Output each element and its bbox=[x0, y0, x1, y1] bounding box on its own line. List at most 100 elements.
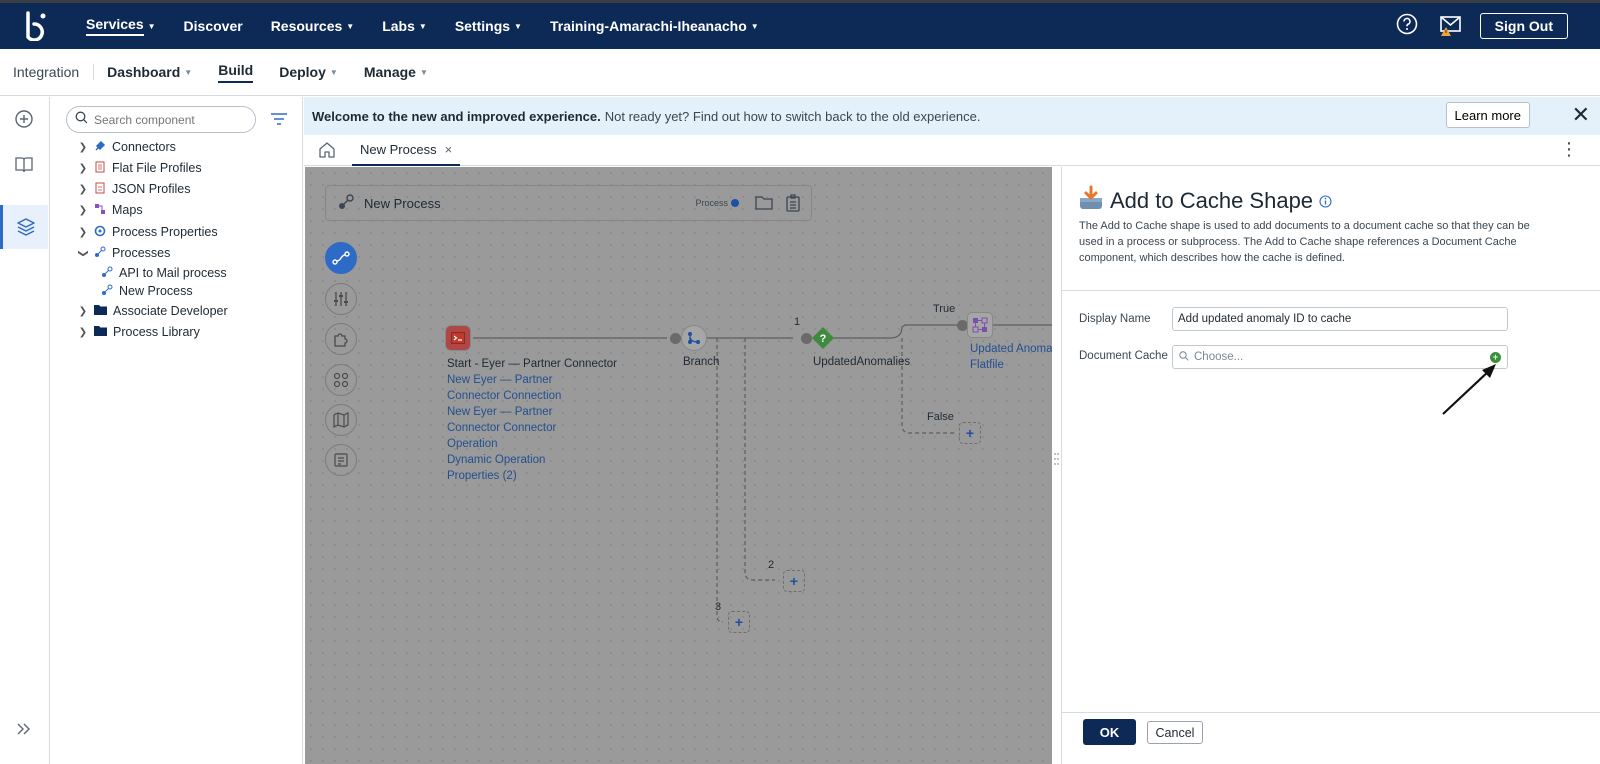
close-tab-icon[interactable]: × bbox=[445, 142, 453, 157]
panel-resize-handle[interactable] bbox=[1052, 167, 1061, 764]
filter-icon[interactable] bbox=[270, 112, 288, 130]
app-root: Services ▼ Discover Resources ▼ Labs ▼ Sett… bbox=[0, 0, 1600, 764]
tree-item-associate-developer[interactable]: ❯ Associate Developer bbox=[78, 302, 228, 320]
start-link-4[interactable]: Connector Connector bbox=[447, 422, 556, 434]
tree-item-new-process[interactable]: New Process bbox=[101, 282, 193, 300]
chevron-down-icon: ▼ bbox=[750, 21, 759, 31]
nav-discover-label: Discover bbox=[183, 18, 243, 34]
process-properties-icon bbox=[94, 225, 106, 240]
tree-item-maps[interactable]: ❯ Maps bbox=[78, 201, 143, 219]
create-component-icon[interactable] bbox=[0, 97, 48, 141]
chevron-right-icon: ❯ bbox=[78, 204, 88, 216]
tree-item-processes[interactable]: ❯ Processes bbox=[78, 244, 170, 262]
chevron-right-icon: ❯ bbox=[78, 326, 88, 338]
tab-label: New Process bbox=[360, 142, 437, 157]
subnav-manage-label: Manage bbox=[363, 64, 416, 80]
add-shape-button-branch-2[interactable]: + bbox=[783, 570, 805, 592]
sign-out-button[interactable]: Sign Out bbox=[1479, 13, 1568, 39]
subnav-dashboard[interactable]: Dashboard ▼ bbox=[94, 64, 205, 80]
nav-account[interactable]: Training-Amarachi-Iheanacho ▼ bbox=[536, 3, 773, 49]
start-shape-icon[interactable] bbox=[445, 325, 471, 351]
divider bbox=[1062, 290, 1600, 291]
tree-item-connectors[interactable]: ❯ Connectors bbox=[78, 138, 176, 156]
close-icon[interactable]: ✕ bbox=[1572, 104, 1590, 126]
tree-item-label: Flat File Profiles bbox=[112, 161, 202, 175]
learn-more-button[interactable]: Learn more bbox=[1445, 102, 1530, 128]
start-link-1[interactable]: New Eyer — Partner bbox=[447, 374, 552, 386]
branch-shape-icon[interactable] bbox=[681, 325, 707, 351]
flat-file-icon bbox=[94, 161, 106, 176]
tab-new-process[interactable]: New Process × bbox=[352, 135, 461, 166]
nav-resources[interactable]: Resources ▼ bbox=[257, 3, 369, 49]
chevron-down-icon: ▼ bbox=[514, 21, 522, 31]
add-shape-button-false[interactable]: + bbox=[959, 422, 981, 444]
branch-number-3: 3 bbox=[715, 601, 722, 613]
tree-item-process-properties[interactable]: ❯ Process Properties bbox=[78, 223, 218, 241]
start-link-5[interactable]: Operation bbox=[447, 438, 498, 450]
layers-icon[interactable] bbox=[0, 205, 48, 249]
nav-labs[interactable]: Labs ▼ bbox=[368, 3, 441, 49]
nav-services-label: Services bbox=[86, 16, 144, 36]
more-options-icon[interactable]: ⋮ bbox=[1560, 139, 1578, 159]
chevron-down-icon: ▼ bbox=[418, 21, 427, 31]
display-name-input[interactable] bbox=[1172, 307, 1508, 331]
start-link-6[interactable]: Dynamic Operation bbox=[447, 454, 545, 466]
info-icon[interactable] bbox=[1319, 188, 1332, 214]
chevron-down-icon: ▼ bbox=[419, 67, 428, 77]
search-component-input[interactable] bbox=[94, 112, 244, 127]
panel-title: Add to Cache Shape bbox=[1110, 188, 1314, 213]
tree-item-label: JSON Profiles bbox=[112, 182, 191, 196]
map-icon bbox=[94, 203, 106, 218]
nav-labs-label: Labs bbox=[382, 18, 415, 34]
process-canvas[interactable]: New Process Process Start - Eyer — Partn… bbox=[305, 167, 1052, 764]
decision-shape-label: UpdatedAnomalies bbox=[813, 356, 911, 368]
document-cache-placeholder: Choose... bbox=[1194, 351, 1244, 363]
tree-item-json-profiles[interactable]: ❯ JSON Profiles bbox=[78, 180, 191, 198]
decision-shape-icon[interactable]: ? bbox=[810, 325, 836, 351]
add-shape-button-branch-3[interactable]: + bbox=[728, 611, 750, 633]
start-link-2[interactable]: Connector Connection bbox=[447, 390, 561, 402]
subnav-deploy-label: Deploy bbox=[279, 64, 326, 80]
component-explorer: ❯ Connectors ❯ Flat File Profiles ❯ JSON… bbox=[50, 97, 303, 764]
map-shape-icon[interactable] bbox=[967, 312, 993, 338]
add-to-cache-icon bbox=[1078, 185, 1104, 217]
tree-item-label: Connectors bbox=[112, 140, 176, 154]
process-flow-lines bbox=[473, 324, 1052, 623]
tree-item-label: Process Properties bbox=[112, 225, 218, 239]
tree-item-process-library[interactable]: ❯ Process Library bbox=[78, 323, 200, 341]
left-rail bbox=[0, 97, 50, 764]
help-icon[interactable] bbox=[1396, 13, 1418, 40]
start-link-7[interactable]: Properties (2) bbox=[447, 470, 517, 482]
subnav-deploy[interactable]: Deploy ▼ bbox=[266, 64, 351, 80]
subnav-build[interactable]: Build bbox=[205, 62, 266, 83]
annotation-arrow-icon bbox=[1442, 364, 1496, 415]
nav-services[interactable]: Services ▼ bbox=[72, 3, 170, 49]
start-link-3[interactable]: New Eyer — Partner bbox=[447, 406, 552, 418]
cancel-button[interactable]: Cancel bbox=[1147, 721, 1203, 744]
banner-bold-text: Welcome to the new and improved experien… bbox=[312, 108, 601, 124]
nav-settings[interactable]: Settings ▼ bbox=[441, 3, 536, 49]
expand-panel-icon[interactable] bbox=[0, 707, 48, 751]
branch-number-1: 1 bbox=[794, 316, 801, 328]
nav-discover[interactable]: Discover bbox=[170, 3, 257, 49]
boomi-logo[interactable] bbox=[0, 3, 72, 49]
chevron-down-icon: ▼ bbox=[346, 21, 355, 31]
chevron-right-icon: ❯ bbox=[78, 141, 88, 153]
home-icon[interactable] bbox=[318, 141, 336, 163]
map-link-1[interactable]: Updated Anoma bbox=[970, 343, 1052, 355]
connection-dot[interactable] bbox=[670, 333, 681, 344]
tab-bar: New Process × ⋮ bbox=[304, 135, 1600, 166]
panel-title-row: Add to Cache Shape bbox=[1078, 185, 1332, 217]
subnav-dashboard-label: Dashboard bbox=[107, 64, 181, 80]
ok-button[interactable]: OK bbox=[1083, 719, 1136, 745]
tree-item-api-to-mail-process[interactable]: API to Mail process bbox=[101, 264, 227, 282]
map-link-2[interactable]: Flatfile bbox=[970, 359, 1004, 371]
shape-properties-panel: Add to Cache Shape The Add to Cache shap… bbox=[1061, 167, 1600, 764]
book-icon[interactable] bbox=[0, 143, 48, 187]
subnav-manage[interactable]: Manage ▼ bbox=[351, 64, 441, 80]
tree-item-flat-file-profiles[interactable]: ❯ Flat File Profiles bbox=[78, 159, 202, 177]
search-icon bbox=[75, 111, 88, 129]
notifications-icon[interactable] bbox=[1436, 15, 1462, 37]
top-navbar: Services ▼ Discover Resources ▼ Labs ▼ Sett… bbox=[0, 0, 1600, 49]
true-branch-label: True bbox=[933, 303, 956, 315]
